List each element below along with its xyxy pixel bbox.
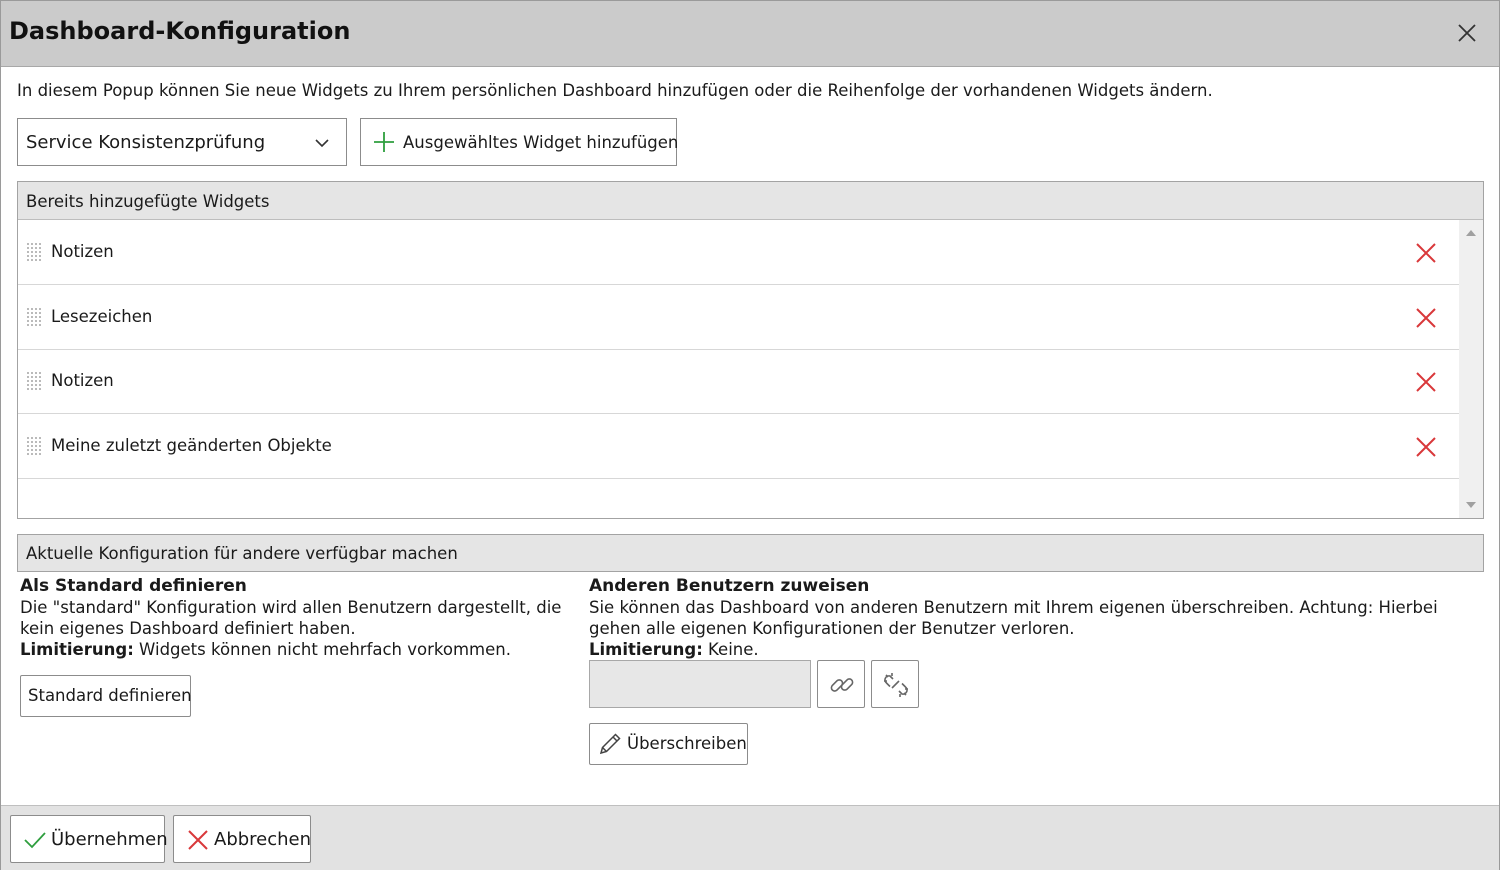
share-section-title: Aktuelle Konfiguration für andere verfüg… [26, 544, 458, 563]
standard-title: Als Standard definieren [20, 576, 247, 596]
add-widget-label: Ausgewähltes Widget hinzufügen [403, 133, 679, 152]
widget-row[interactable]: Notizen [18, 220, 1459, 285]
assign-limit-text: Keine. [702, 640, 759, 659]
standard-limit-text: Widgets können nicht mehrfach vorkommen. [133, 640, 511, 659]
add-widget-button[interactable]: Ausgewähltes Widget hinzufügen [360, 118, 679, 166]
intro-text: In diesem Popup können Sie neue Widgets … [17, 81, 1213, 100]
unlink-user-button[interactable] [871, 660, 919, 708]
widget-list-scrollbar[interactable] [1459, 220, 1483, 518]
added-widgets-title: Bereits hinzugefügte Widgets [26, 192, 270, 211]
assign-description: Sie können das Dashboard von anderen Ben… [589, 598, 1438, 638]
assign-limit-label: Limitierung: [589, 640, 703, 659]
added-widgets-header: Bereits hinzugefügte Widgets [18, 182, 1483, 220]
share-section-header: Aktuelle Konfiguration für andere verfüg… [17, 534, 1484, 572]
drag-handle-icon[interactable] [26, 371, 42, 391]
title-bar: Dashboard-Konfiguration [1, 1, 1499, 67]
unlink-icon [884, 673, 908, 697]
link-icon [830, 678, 854, 692]
scroll-down-icon[interactable] [1466, 502, 1476, 508]
drag-handle-icon[interactable] [26, 242, 42, 262]
widget-label: Notizen [51, 371, 114, 390]
assign-limitation: Limitierung: Keine. [589, 639, 1479, 660]
user-select-input[interactable] [589, 660, 811, 708]
plus-icon [374, 132, 394, 152]
define-standard-label: Standard definieren [28, 686, 192, 705]
assign-column: Anderen Benutzern zuweisen Sie können da… [589, 576, 1479, 660]
widget-row[interactable]: Meine zuletzt geänderten Objekte [18, 414, 1459, 479]
widget-list: Notizen Lesezeichen Notizen Meine zuletz… [18, 220, 1459, 518]
cancel-label: Abbrechen [214, 829, 312, 850]
standard-limitation: Limitierung: Widgets können nicht mehrfa… [20, 639, 580, 660]
delete-icon[interactable] [1414, 370, 1438, 394]
drag-handle-icon[interactable] [26, 307, 42, 327]
widget-select-value: Service Konsistenzprüfung [26, 132, 266, 153]
assign-title: Anderen Benutzern zuweisen [589, 576, 870, 596]
dialog-title: Dashboard-Konfiguration [9, 17, 351, 45]
apply-button[interactable]: Übernehmen [10, 815, 168, 863]
added-widgets-panel: Bereits hinzugefügte Widgets Notizen Les… [17, 181, 1484, 519]
drag-handle-icon[interactable] [26, 436, 42, 456]
close-icon[interactable] [1455, 21, 1479, 45]
cancel-button[interactable]: Abbrechen [173, 815, 311, 863]
widget-label: Meine zuletzt geänderten Objekte [51, 436, 332, 455]
delete-icon[interactable] [1414, 241, 1438, 265]
standard-limit-label: Limitierung: [20, 640, 134, 659]
dialog-footer: Übernehmen Abbrechen [1, 805, 1499, 870]
widget-row[interactable]: Lesezeichen [18, 285, 1459, 350]
standard-description: Die "standard" Konfiguration wird allen … [20, 598, 562, 638]
delete-icon[interactable] [1414, 306, 1438, 330]
define-standard-button[interactable]: Standard definieren [20, 675, 192, 717]
close-icon [188, 830, 208, 850]
check-icon [24, 832, 46, 849]
chevron-down-icon [315, 139, 329, 148]
scroll-up-icon[interactable] [1466, 230, 1476, 236]
delete-icon[interactable] [1414, 435, 1438, 459]
apply-label: Übernehmen [51, 829, 168, 850]
widget-label: Lesezeichen [51, 307, 153, 326]
widget-row[interactable]: Notizen [18, 349, 1459, 414]
standard-column: Als Standard definieren Die "standard" K… [20, 576, 580, 660]
link-user-button[interactable] [817, 660, 865, 708]
widget-select[interactable]: Service Konsistenzprüfung [17, 118, 347, 166]
overwrite-button[interactable]: Überschreiben [589, 723, 748, 765]
dashboard-config-dialog: Dashboard-Konfiguration In diesem Popup … [0, 0, 1500, 870]
widget-label: Notizen [51, 242, 114, 261]
overwrite-label: Überschreiben [627, 734, 747, 753]
pencil-icon [599, 733, 621, 755]
